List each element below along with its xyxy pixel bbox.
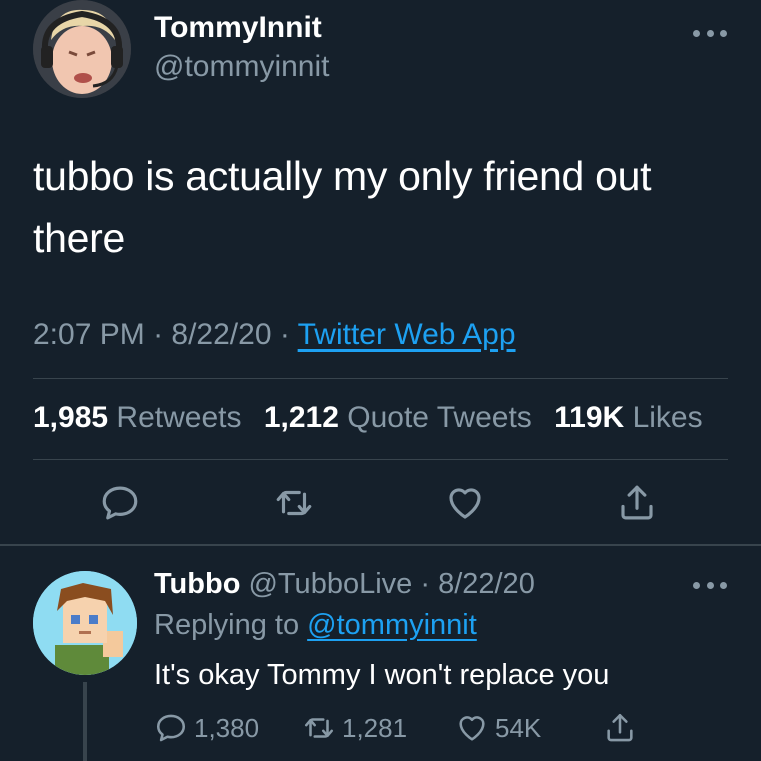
reply-text: It's okay Tommy I won't replace you bbox=[154, 659, 610, 691]
likes-stat[interactable]: 119K Likes bbox=[554, 401, 702, 434]
tweet-date[interactable]: 8/22/20 bbox=[171, 318, 271, 351]
reply-more-options-icon[interactable] bbox=[693, 579, 727, 591]
replying-to-link[interactable]: @tommyinnit bbox=[307, 609, 477, 641]
retweets-stat[interactable]: 1,985 Retweets bbox=[33, 401, 241, 434]
likes-count: 119K bbox=[554, 401, 625, 434]
replying-to: Replying to @tommyinnit bbox=[154, 607, 477, 643]
main-author-name[interactable]: TommyInnit bbox=[154, 10, 322, 46]
retweet-icon bbox=[304, 718, 334, 738]
reply-count: 1,380 bbox=[194, 713, 260, 743]
tweet-time[interactable]: 2:07 PM bbox=[33, 318, 145, 351]
share-icon[interactable] bbox=[616, 482, 658, 524]
reply-author-name[interactable]: Tubbo bbox=[154, 568, 240, 600]
more-options-icon[interactable] bbox=[693, 27, 727, 39]
likes-label: Likes bbox=[632, 401, 703, 434]
main-author-avatar[interactable] bbox=[33, 0, 131, 98]
quotes-count: 1,212 bbox=[263, 401, 339, 434]
reply-author-avatar[interactable] bbox=[33, 571, 137, 675]
retweet-icon[interactable] bbox=[273, 482, 315, 524]
reply-header: Tubbo @TubboLive · 8/22/20 bbox=[154, 566, 535, 602]
section-divider bbox=[0, 544, 761, 546]
reply-reply-button[interactable]: 1,380 bbox=[154, 711, 259, 745]
tweet-source-link[interactable]: Twitter Web App bbox=[298, 318, 516, 351]
retweet-count: 1,281 bbox=[342, 713, 408, 743]
tweet-stats: 1,985 Retweets 1,212 Quote Tweets 119K L… bbox=[33, 398, 703, 438]
tweet-meta: 2:07 PM · 8/22/20 · Twitter Web App bbox=[33, 315, 516, 355]
reply-like-button[interactable]: 54K bbox=[455, 711, 541, 745]
meta-separator: · bbox=[153, 318, 172, 351]
reply-retweet-button[interactable]: 1,281 bbox=[302, 711, 407, 745]
replying-prefix: Replying to bbox=[154, 609, 300, 641]
quotes-stat[interactable]: 1,212 Quote Tweets bbox=[264, 401, 532, 434]
like-icon bbox=[459, 716, 485, 741]
like-count: 54K bbox=[495, 713, 542, 743]
main-tweet-text: tubbo is actually my only friend out the… bbox=[33, 153, 652, 261]
meta-separator: · bbox=[412, 568, 439, 600]
meta-separator: · bbox=[279, 318, 298, 351]
retweets-label: Retweets bbox=[116, 401, 242, 434]
reply-author-handle[interactable]: @TubboLive bbox=[248, 568, 412, 600]
reply-share-button[interactable] bbox=[603, 711, 637, 745]
like-icon[interactable] bbox=[444, 482, 486, 524]
thread-line bbox=[83, 682, 87, 761]
share-icon bbox=[607, 713, 633, 742]
quotes-label: Quote Tweets bbox=[347, 401, 532, 434]
reply-icon bbox=[156, 714, 186, 742]
reply-icon[interactable] bbox=[99, 482, 141, 524]
divider bbox=[33, 378, 728, 379]
reply-date[interactable]: 8/22/20 bbox=[438, 568, 535, 600]
main-author-handle[interactable]: @tommyinnit bbox=[154, 49, 330, 85]
retweets-count: 1,985 bbox=[33, 401, 109, 434]
divider bbox=[33, 459, 728, 460]
